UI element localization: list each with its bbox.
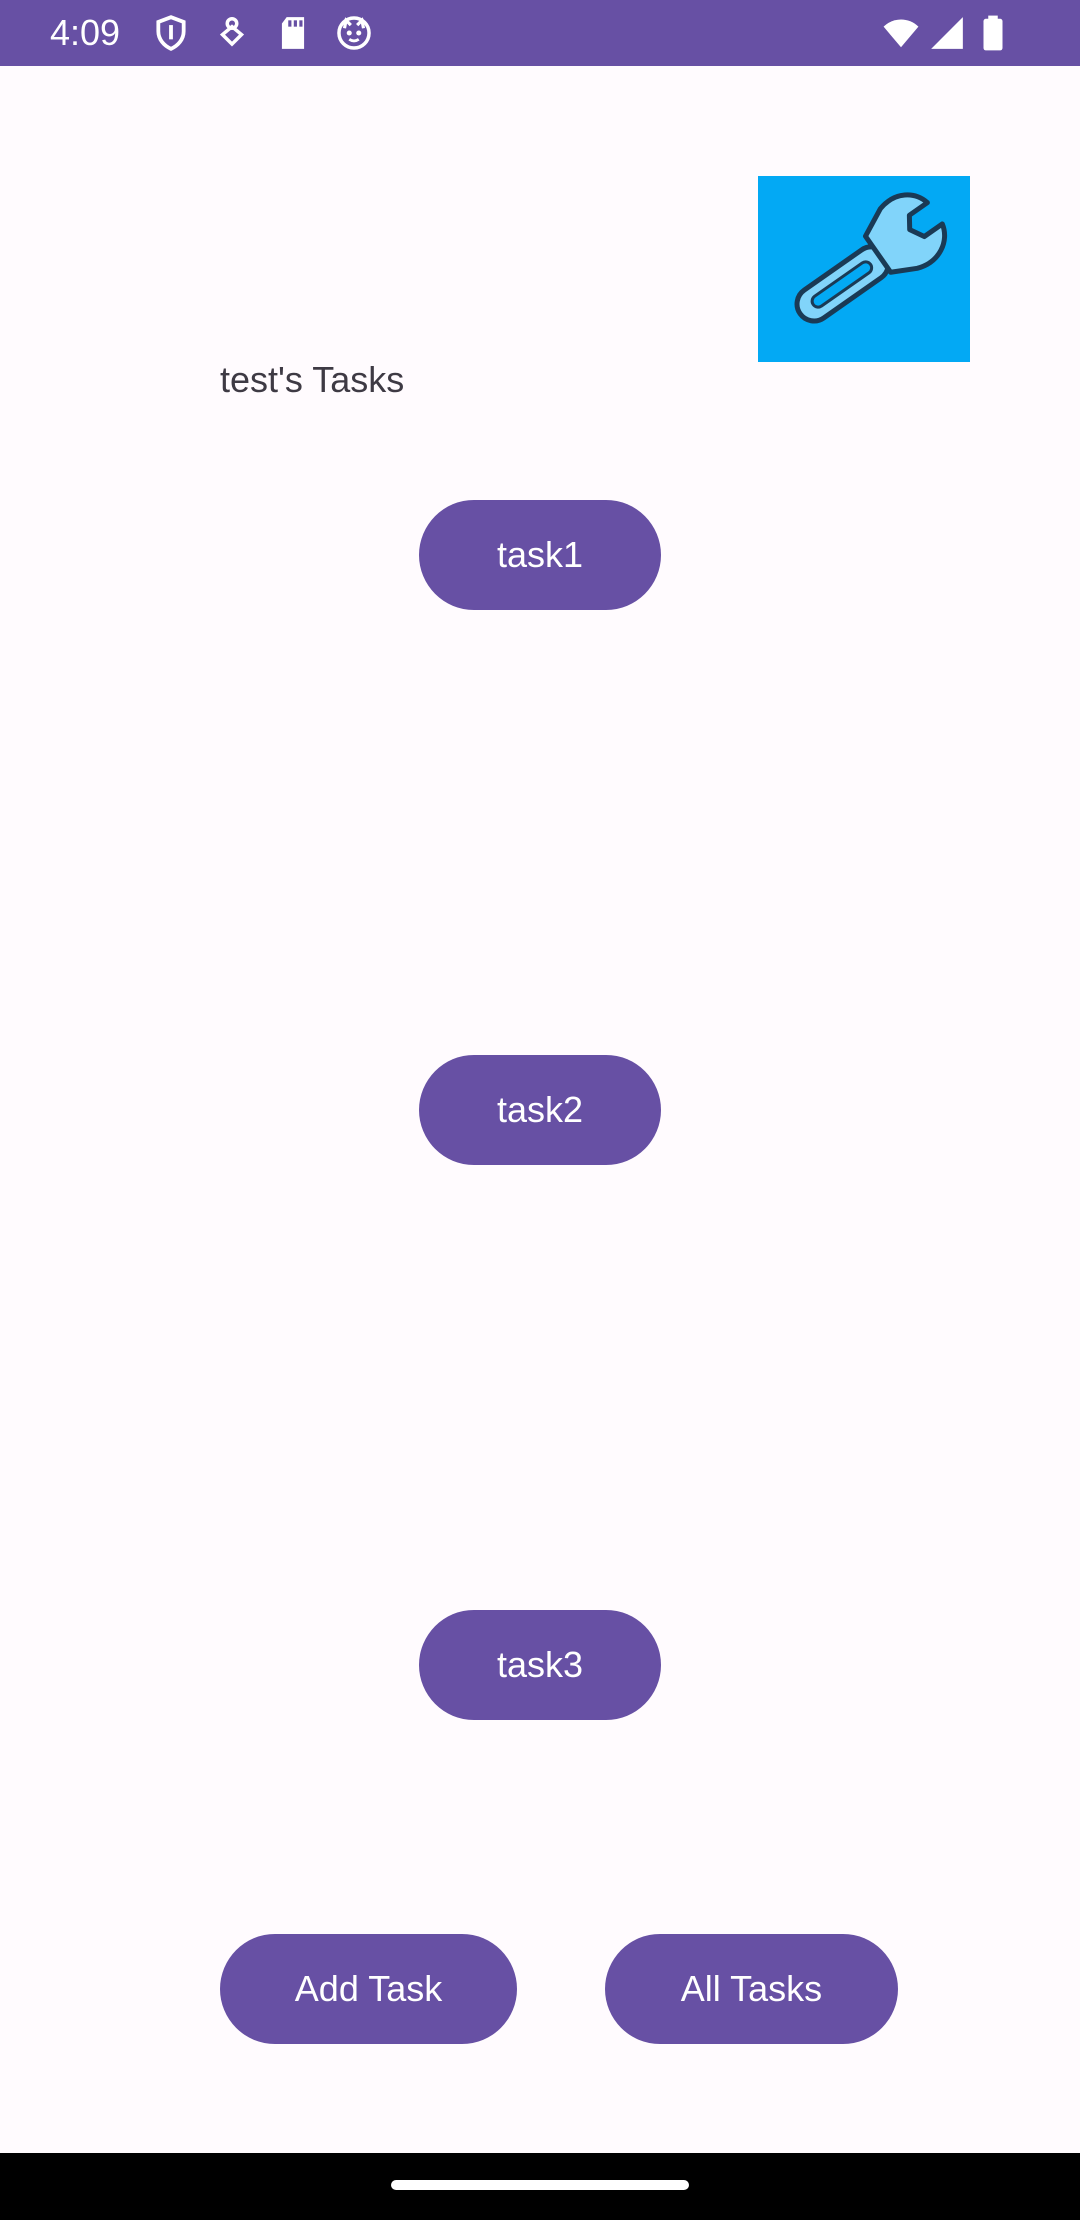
task-button-3[interactable]: task3 <box>419 1610 661 1720</box>
settings-image[interactable] <box>758 176 970 362</box>
navigation-bar <box>0 2153 1080 2220</box>
all-tasks-button[interactable]: All Tasks <box>605 1934 898 2044</box>
shield-icon <box>152 14 190 52</box>
cellular-signal-icon <box>928 14 966 52</box>
wrench-icon <box>794 192 948 324</box>
status-bar: 4:09 <box>0 0 1080 66</box>
add-task-button[interactable]: Add Task <box>220 1934 517 2044</box>
cat-face-icon <box>335 14 373 52</box>
location-pin-icon <box>213 14 251 52</box>
page-title: test's Tasks <box>220 359 405 400</box>
task-button-2[interactable]: task2 <box>419 1055 661 1165</box>
battery-icon <box>978 14 1008 52</box>
home-indicator[interactable] <box>391 2180 689 2190</box>
status-time: 4:09 <box>50 12 121 53</box>
sd-card-icon <box>274 14 312 52</box>
task-button-1[interactable]: task1 <box>419 500 661 610</box>
wifi-icon <box>880 14 922 52</box>
